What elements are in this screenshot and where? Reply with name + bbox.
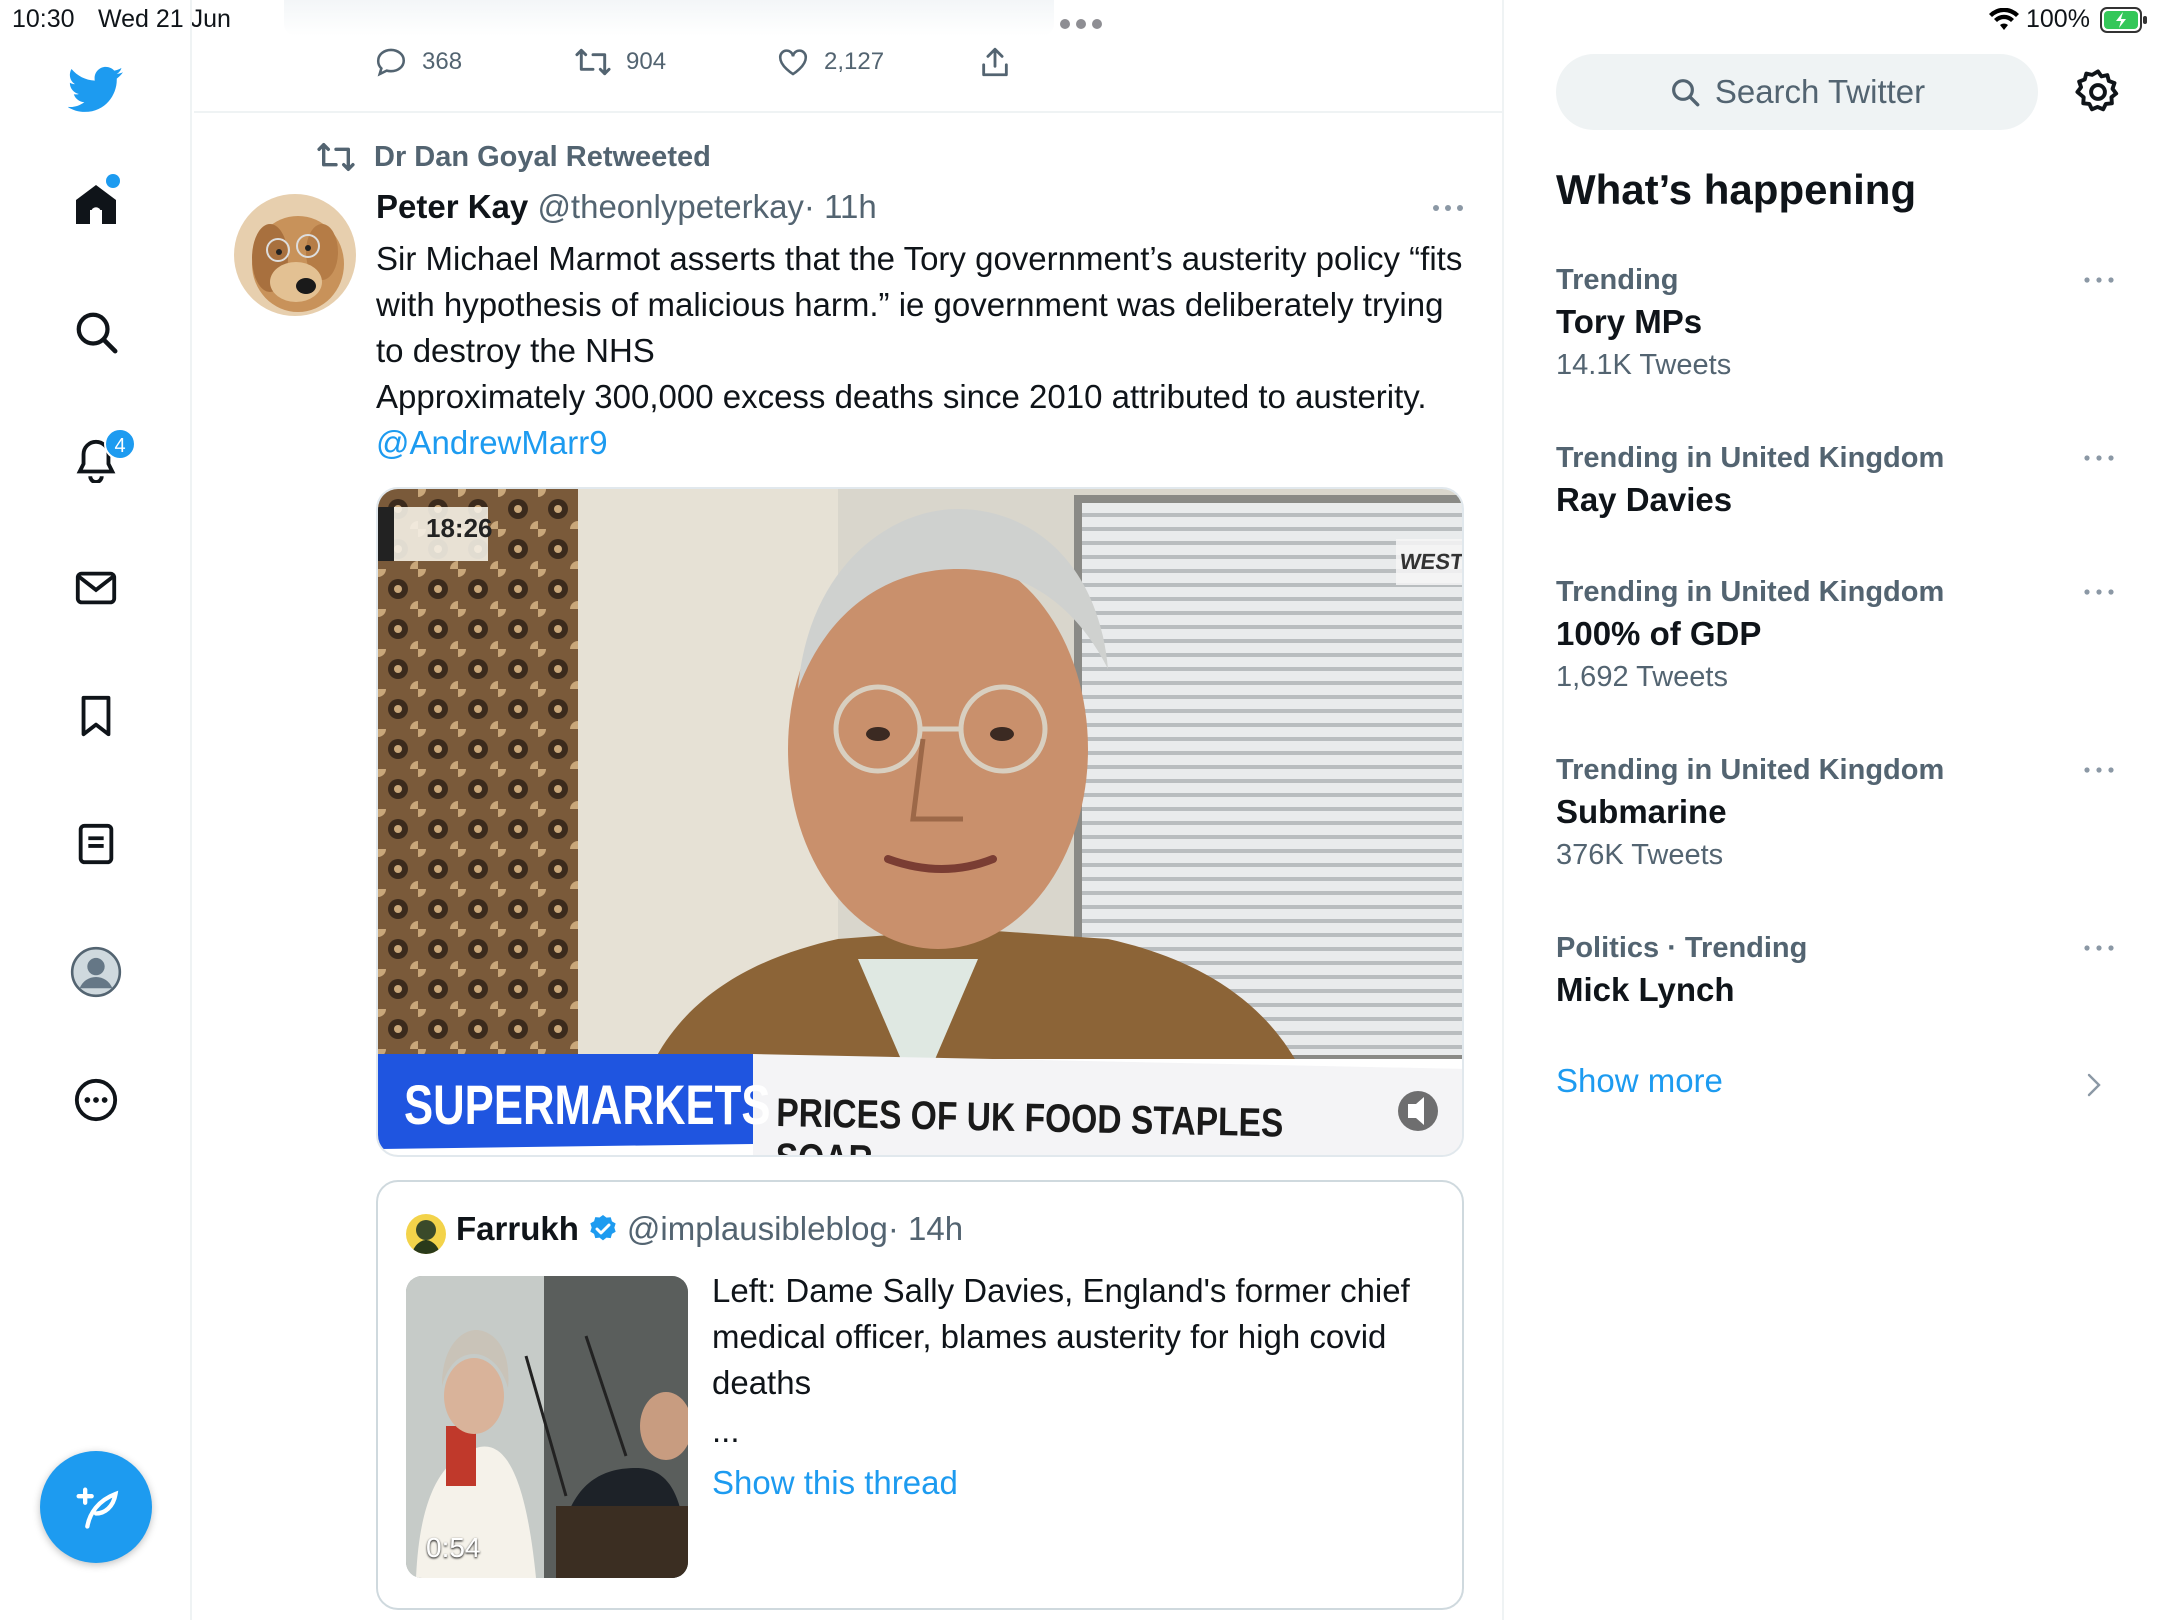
settings-button[interactable] — [2072, 66, 2124, 118]
ticker-category: SUPERMARKETS — [404, 1073, 771, 1136]
quote-text: Left: Dame Sally Davies, England's forme… — [712, 1272, 1410, 1401]
ticker-headline: PRICES OF UK FOOD STAPLES SOAR — [775, 1091, 1284, 1155]
nav-explore[interactable] — [64, 300, 128, 364]
channel-tag: WESTM — [1398, 549, 1464, 574]
gear-icon — [2072, 66, 2124, 118]
search-icon — [73, 309, 119, 355]
whats-happening-heading: What’s happening — [1556, 166, 1917, 213]
show-thread-link[interactable]: Show this thread — [712, 1464, 958, 1502]
drag-handle-icon[interactable] — [1058, 18, 1104, 30]
nav-more[interactable] — [64, 1068, 128, 1132]
video-timestamp: 18:26 — [426, 513, 493, 543]
trend-name: Submarine — [1556, 793, 1727, 830]
trend-context: Trending in United Kingdom — [1556, 754, 1945, 786]
like-count: 2,127 — [824, 48, 885, 75]
nav-bookmarks[interactable] — [64, 684, 128, 748]
search-icon — [1669, 76, 1701, 108]
quote-time: · 14h — [887, 1210, 964, 1247]
trend-name: Ray Davies — [1556, 481, 1733, 518]
right-sidebar: Search Twitter What’s happening Trending… — [1506, 0, 2160, 1620]
author-avatar[interactable] — [234, 194, 356, 316]
tweet-time[interactable]: · 11h — [804, 188, 877, 225]
search-placeholder: Search Twitter — [1714, 73, 1926, 110]
trend-context: Trending — [1556, 264, 1679, 296]
tweet-video[interactable]: 18:26 WESTM SUPERMARKETS PRICES OF UK FO… — [376, 487, 1464, 1157]
previous-tweet-actions: 368 904 2,127 — [374, 42, 1012, 82]
nav-profile[interactable] — [64, 940, 128, 1004]
reply-icon — [374, 45, 408, 79]
verified-badge-icon — [587, 1213, 619, 1245]
share-button[interactable] — [978, 45, 1012, 79]
mute-icon[interactable] — [1378, 1085, 1426, 1133]
timeline: 368 904 2,127 Dr Dan Goyal Retweeted Pet… — [194, 0, 1504, 1620]
trend-item[interactable]: Trending in United Kingdom 100% of GDP 1… — [1556, 576, 2116, 694]
trend-more-icon[interactable] — [2082, 274, 2116, 286]
share-icon — [978, 45, 1012, 79]
retweet-button[interactable]: 904 — [574, 45, 776, 79]
show-more-link[interactable]: Show more — [1556, 1062, 1723, 1100]
sidebar-nav: 4 — [0, 0, 192, 1620]
mail-icon — [73, 565, 119, 611]
twitter-logo-icon[interactable] — [64, 58, 128, 122]
previous-tweet-media-edge — [284, 0, 1054, 36]
trend-item[interactable]: Trending in United Kingdom Submarine 376… — [1556, 754, 2116, 872]
trend-more-icon[interactable] — [2082, 764, 2116, 776]
trend-count: 1,692 Tweets — [1556, 661, 1728, 693]
trend-context: Trending in United Kingdom — [1556, 576, 1945, 608]
retweeted-by[interactable]: Dr Dan Goyal Retweeted — [316, 140, 711, 174]
new-tweets-dot — [106, 174, 120, 188]
nav-home[interactable] — [64, 172, 128, 236]
quote-author-avatar — [406, 1214, 446, 1254]
retweeted-by-label: Dr Dan Goyal Retweeted — [374, 140, 711, 173]
retweet-count: 904 — [626, 48, 667, 75]
like-button[interactable]: 2,127 — [776, 45, 978, 79]
notification-badge: 4 — [104, 428, 136, 460]
reply-count: 368 — [422, 48, 463, 75]
trend-more-icon[interactable] — [2082, 586, 2116, 598]
trend-item[interactable]: Trending Tory MPs 14.1K Tweets — [1556, 264, 2116, 382]
chevron-right-icon — [2086, 1072, 2102, 1098]
mention-link[interactable]: @AndrewMarr9 — [376, 424, 608, 461]
retweet-icon — [316, 140, 356, 174]
author-handle[interactable]: @theonlypeterkay — [537, 188, 803, 225]
retweet-icon — [574, 45, 612, 79]
author-name[interactable]: Peter Kay — [376, 188, 528, 225]
tweet-more-button[interactable] — [1428, 196, 1468, 220]
list-icon — [73, 821, 119, 867]
trend-name: 100% of GDP — [1556, 615, 1762, 652]
search-input[interactable]: Search Twitter — [1556, 54, 2038, 130]
trend-more-icon[interactable] — [2082, 942, 2116, 954]
trend-context: Trending in United Kingdom — [1556, 442, 1945, 474]
quote-video-thumbnail[interactable]: 0:54 — [406, 1276, 688, 1578]
quote-header: Farrukh @implausibleblog · 14h — [456, 1210, 963, 1248]
heart-icon — [776, 45, 810, 79]
tweet-body: Sir Michael Marmot asserts that the Tory… — [376, 240, 1463, 415]
trend-count: 14.1K Tweets — [1556, 349, 1732, 381]
trend-count: 376K Tweets — [1556, 839, 1724, 871]
nav-lists[interactable] — [64, 812, 128, 876]
tweet-text: Sir Michael Marmot asserts that the Tory… — [376, 236, 1466, 466]
quote-author-handle: @implausibleblog — [626, 1210, 888, 1247]
quoted-tweet[interactable]: Farrukh @implausibleblog · 14h 0:54 Left:… — [376, 1180, 1464, 1610]
more-dots-icon — [1428, 196, 1468, 220]
tweet-divider — [194, 111, 1504, 113]
more-circle-icon — [73, 1077, 119, 1123]
compose-icon — [70, 1481, 122, 1533]
trend-name: Mick Lynch — [1556, 971, 1735, 1008]
quote-ellipsis: ... — [712, 1412, 740, 1449]
nav-messages[interactable] — [64, 556, 128, 620]
trend-name: Tory MPs — [1556, 303, 1703, 340]
trend-item[interactable]: Trending in United Kingdom Ray Davies — [1556, 442, 2116, 519]
trend-context: Politics · Trending — [1556, 932, 1808, 964]
tweet-header: Peter Kay @theonlypeterkay· 11h — [376, 188, 877, 226]
video-duration: 0:54 — [426, 1532, 481, 1563]
reply-button[interactable]: 368 — [374, 45, 574, 79]
trend-item[interactable]: Politics · Trending Mick Lynch — [1556, 932, 2116, 1009]
trend-more-icon[interactable] — [2082, 452, 2116, 464]
profile-avatar-icon — [70, 946, 122, 998]
bookmark-icon — [73, 693, 119, 739]
quote-author-name: Farrukh — [456, 1210, 579, 1247]
compose-tweet-button[interactable] — [40, 1451, 152, 1563]
